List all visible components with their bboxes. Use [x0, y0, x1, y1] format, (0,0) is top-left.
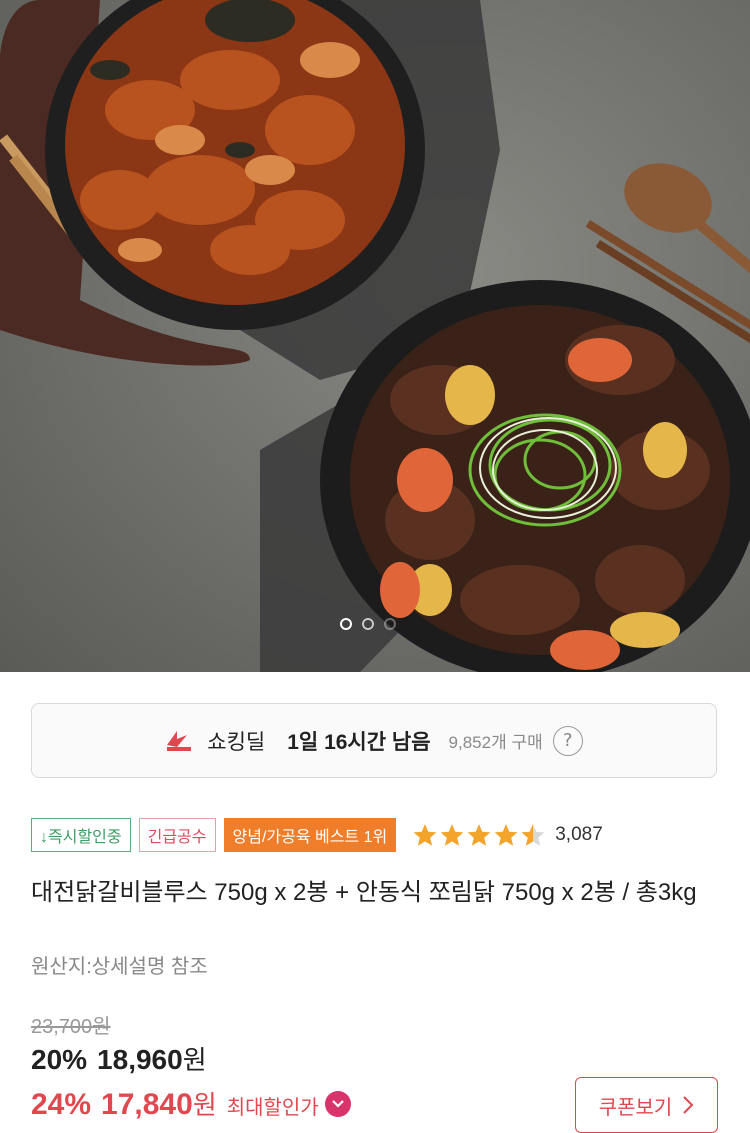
star-full-icon	[494, 824, 518, 846]
star-full-icon	[440, 824, 464, 846]
original-price: 23,700원	[31, 1016, 111, 1038]
max-discount-price: 17,840	[101, 1088, 193, 1121]
max-discount-unit: 원	[192, 1090, 217, 1120]
star-half-icon	[521, 824, 545, 846]
carousel-dot[interactable]	[384, 618, 396, 630]
carousel-dot-active[interactable]	[340, 618, 352, 630]
coupon-label: 쿠폰보기	[598, 1096, 673, 1119]
product-title: 대전닭갈비블루스 750g x 2봉 + 안동식 쪼림닭 750g x 2봉 /…	[31, 879, 697, 906]
help-icon[interactable]: ?	[552, 725, 583, 756]
max-discount-row[interactable]: 24% 17,840 원 최대할인가	[31, 1085, 351, 1122]
rating[interactable]: 3,087	[412, 822, 603, 848]
star-full-icon	[467, 824, 491, 846]
carousel-indicator[interactable]	[340, 618, 396, 630]
review-count: 3,087	[555, 824, 603, 845]
shocking-deal-icon	[167, 730, 192, 751]
star-rating	[412, 822, 547, 848]
sale-price: 18,960	[97, 1044, 183, 1075]
star-full-icon	[413, 824, 437, 846]
deal-time-left: 1일 16시간 남음	[287, 730, 431, 754]
best-ranking-badge: 양념/가공육 베스트 1위	[223, 818, 397, 852]
shocking-deal-bar: 쇼킹딜 1일 16시간 남음 9,852개 구매 ?	[31, 703, 717, 778]
max-discount-label: 최대할인가	[226, 1097, 319, 1119]
urgent-badge: 긴급공수	[138, 818, 216, 852]
origin-info: 원산지:상세설명 참조	[31, 956, 208, 978]
coupon-button[interactable]: 쿠폰보기	[575, 1077, 718, 1133]
food-photo	[0, 0, 750, 672]
sale-price-unit: 원	[182, 1045, 207, 1075]
sale-price-row: 20% 18,960 원	[31, 1040, 207, 1077]
carousel-dot[interactable]	[362, 618, 374, 630]
sale-rate: 20%	[31, 1044, 88, 1075]
chevron-right-icon	[683, 1096, 694, 1114]
purchase-count: 9,852개 구매	[448, 733, 543, 752]
max-discount-rate: 24%	[31, 1088, 92, 1121]
chevron-down-icon[interactable]	[324, 1090, 351, 1117]
help-icon-glyph: ?	[562, 730, 573, 751]
product-image-carousel[interactable]	[0, 0, 750, 672]
instant-discount-badge: ↓즉시할인중	[31, 818, 131, 852]
deal-name: 쇼킹딜	[207, 730, 266, 754]
badges-row: ↓즉시할인중 긴급공수 양념/가공육 베스트 1위 3,087	[31, 818, 603, 852]
